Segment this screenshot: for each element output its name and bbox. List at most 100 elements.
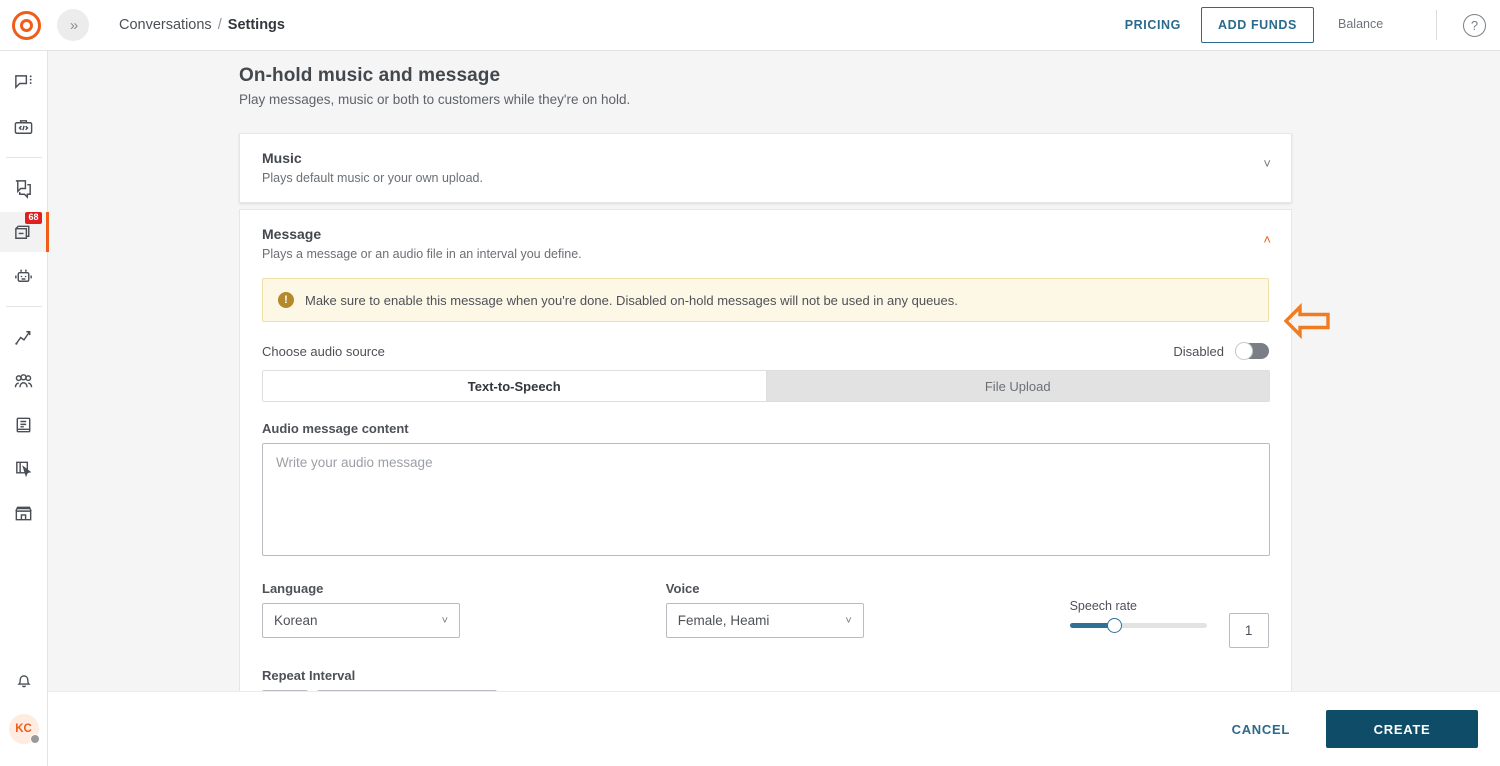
voice-select[interactable]: Female, Heami ˅ (666, 603, 864, 638)
store-icon (13, 503, 34, 524)
audio-source-tabs: Text-to-Speech File Upload (262, 370, 1270, 402)
header-divider (1436, 10, 1437, 40)
language-label: Language (262, 581, 666, 596)
balance-label: Balance (1338, 18, 1408, 32)
audio-source-row: Choose audio source Disabled (262, 343, 1269, 359)
bullseye-logo-icon (12, 11, 41, 40)
music-accordion-header[interactable]: Music Plays default music or your own up… (240, 134, 1291, 202)
repeat-interval-field: Repeat Interval Seconds ˅ (262, 668, 1269, 691)
sidebar-divider-1 (6, 157, 42, 158)
speech-rate-label: Speech rate (1070, 599, 1220, 613)
voice-settings-row: Language Korean ˅ Voice Female, Heami ˅ (262, 581, 1269, 648)
message-accordion-card: Message Plays a message or an audio file… (239, 209, 1292, 691)
page-header: On-hold music and message Play messages,… (48, 51, 1500, 107)
code-briefcase-icon (13, 117, 34, 138)
sidebar-item-documents[interactable] (0, 405, 48, 445)
avatar[interactable]: KC (9, 714, 39, 744)
chevron-down-icon: ˅ (845, 615, 851, 627)
music-description: Plays default music or your own upload. (262, 171, 1263, 185)
question-mark-circle-icon[interactable]: ? (1463, 14, 1486, 37)
language-select[interactable]: Korean ˅ (262, 603, 460, 638)
tab-file-upload[interactable]: File Upload (767, 371, 1270, 401)
breadcrumb-separator: / (218, 17, 222, 33)
voice-selected-value: Female, Heami (678, 613, 846, 628)
speech-rate-field: Speech rate (1070, 581, 1269, 648)
message-accordion-texts: Message Plays a message or an audio file… (262, 226, 1263, 261)
presence-indicator (30, 734, 40, 744)
cancel-button[interactable]: CANCEL (1232, 722, 1290, 737)
bullseye-logo-inner (20, 19, 33, 32)
speech-rate-slider-handle[interactable] (1107, 618, 1122, 633)
warning-banner: ! Make sure to enable this message when … (262, 278, 1269, 322)
page-title: On-hold music and message (239, 65, 1500, 87)
sidebar-divider-2 (6, 306, 42, 307)
main-content: On-hold music and message Play messages,… (48, 51, 1500, 691)
breadcrumb-current: Settings (228, 17, 285, 33)
archive-minus-icon (13, 222, 34, 243)
voice-label: Voice (666, 581, 1070, 596)
enable-toggle[interactable] (1235, 343, 1269, 359)
sidebar-item-contacts[interactable] (0, 361, 48, 401)
breadcrumb: Conversations / Settings (119, 17, 285, 33)
sidebar-item-inbox[interactable]: 68 (0, 212, 48, 252)
message-description: Plays a message or an audio file in an i… (262, 247, 1263, 261)
bell-icon (14, 670, 34, 690)
sidebar-item-notifications[interactable] (0, 660, 48, 700)
message-accordion-body: ! Make sure to enable this message when … (240, 278, 1291, 691)
voice-field: Voice Female, Heami ˅ (666, 581, 1070, 638)
robot-icon (13, 266, 34, 287)
left-sidebar: 68 (0, 51, 48, 766)
exclamation-circle-icon: ! (278, 292, 294, 308)
speech-rate-slider-group: Speech rate (1070, 599, 1220, 628)
audio-source-label: Choose audio source (262, 344, 385, 359)
inbox-unread-badge: 68 (25, 212, 41, 224)
double-chevron-right-icon: » (70, 17, 76, 34)
sidebar-item-analytics[interactable] (0, 317, 48, 357)
audio-message-content-input[interactable] (262, 443, 1270, 556)
sidebar-item-campaigns[interactable] (0, 168, 48, 208)
enable-toggle-group: Disabled (1173, 343, 1269, 359)
speech-rate-input[interactable] (1229, 613, 1269, 648)
warning-text: Make sure to enable this message when yo… (305, 293, 958, 308)
sidebar-item-developer-tools[interactable] (0, 107, 48, 147)
tab-text-to-speech[interactable]: Text-to-Speech (263, 371, 767, 401)
create-button[interactable]: CREATE (1326, 710, 1478, 748)
pricing-link[interactable]: PRICING (1125, 18, 1181, 32)
repeat-interval-label: Repeat Interval (262, 668, 1269, 683)
music-accordion-card: Music Plays default music or your own up… (239, 133, 1292, 203)
speech-rate-slider[interactable] (1070, 623, 1207, 628)
top-header-bar: » Conversations / Settings PRICING ADD F… (0, 0, 1500, 51)
chat-bubble-dots-icon (13, 73, 34, 94)
sidebar-item-marketplace[interactable] (0, 493, 48, 533)
header-actions: PRICING ADD FUNDS Balance ? (1125, 0, 1500, 51)
people-group-icon (13, 371, 34, 392)
footer-action-bar: CANCEL CREATE (48, 691, 1500, 766)
breadcrumb-parent[interactable]: Conversations (119, 17, 212, 33)
enable-toggle-label: Disabled (1173, 344, 1224, 359)
sidebar-item-bots[interactable] (0, 256, 48, 296)
music-title: Music (262, 150, 1263, 166)
line-chart-icon (13, 327, 34, 348)
sidebar-item-conversations[interactable] (0, 63, 48, 103)
balance-display: Balance (1338, 18, 1408, 32)
language-field: Language Korean ˅ (262, 581, 666, 638)
chevron-up-icon[interactable]: ˄ (1263, 232, 1271, 247)
add-funds-button[interactable]: ADD FUNDS (1201, 7, 1314, 43)
avatar-initials: KC (15, 723, 32, 735)
sidebar-item-reports[interactable] (0, 449, 48, 489)
copy-chat-icon (13, 178, 34, 199)
message-accordion-header[interactable]: Message Plays a message or an audio file… (240, 210, 1291, 278)
sidebar-collapse-button[interactable]: » (57, 9, 89, 41)
chevron-down-icon: ˅ (442, 615, 448, 627)
audio-message-content-label: Audio message content (262, 421, 1269, 436)
page-subtitle: Play messages, music or both to customer… (239, 92, 1500, 107)
app-logo[interactable] (2, 11, 50, 40)
book-icon (13, 415, 34, 436)
music-accordion-texts: Music Plays default music or your own up… (262, 150, 1263, 185)
message-title: Message (262, 226, 1263, 242)
enable-toggle-knob (1235, 342, 1253, 360)
cursor-report-icon (13, 459, 34, 480)
chevron-down-icon[interactable]: ˅ (1263, 156, 1271, 171)
app-root: » Conversations / Settings PRICING ADD F… (0, 0, 1500, 766)
language-selected-value: Korean (274, 613, 442, 628)
